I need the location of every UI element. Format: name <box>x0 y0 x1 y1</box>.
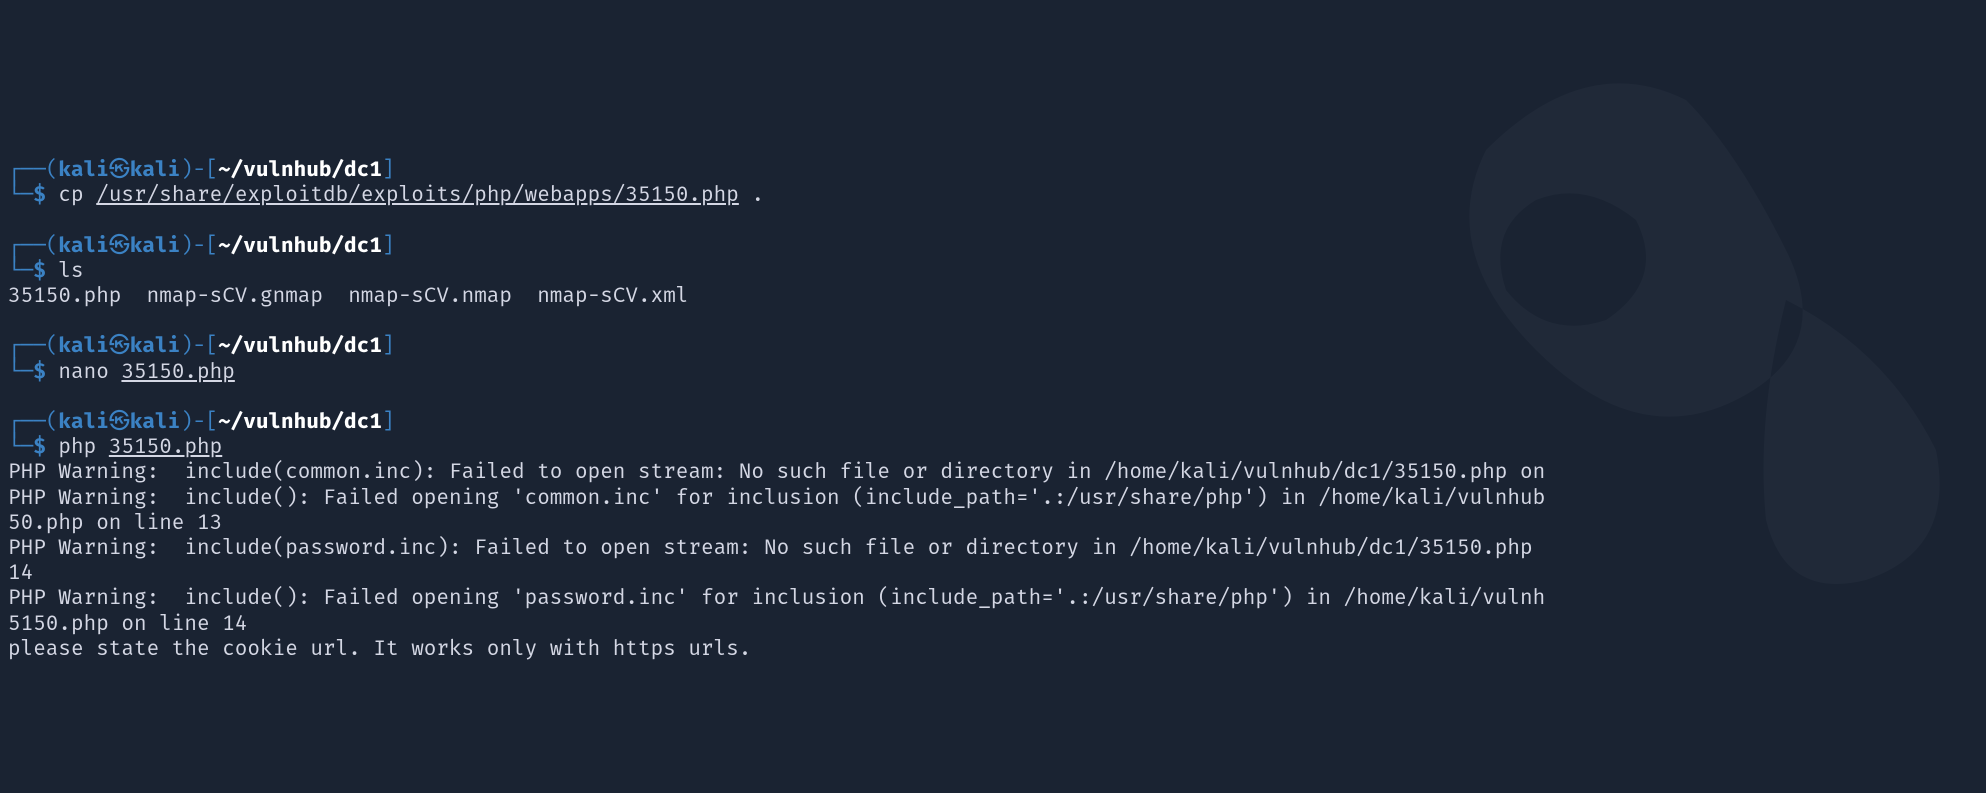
prompt-close-bracket: ] <box>382 156 395 182</box>
prompt-skull-icon: ㉿ <box>109 156 130 182</box>
prompt-path: ~/vulnhub/dc1 <box>218 408 382 434</box>
prompt-corner-icon: ┌── <box>8 232 46 258</box>
prompt-line-top: ┌──(kali㉿kali)-[~/vulnhub/dc1] <box>8 409 1978 434</box>
command-name: cp <box>58 181 83 207</box>
prompt-dash: - <box>193 232 206 258</box>
output-line: 35150.php nmap-sCV.gnmap nmap-sCV.nmap n… <box>8 283 1978 308</box>
prompt-close-bracket: ] <box>382 408 395 434</box>
prompt-line-command: └─$ nano 35150.php <box>8 359 1978 384</box>
prompt-corner-icon: ┌── <box>8 408 46 434</box>
prompt-dash: - <box>193 408 206 434</box>
prompt-dash: - <box>193 156 206 182</box>
prompt-open-bracket: [ <box>205 156 218 182</box>
prompt-corner-icon: ┌── <box>8 156 46 182</box>
prompt-corner-icon: └─ <box>8 257 33 283</box>
prompt-open-paren: ( <box>46 408 59 434</box>
prompt-dollar: $ <box>33 181 46 207</box>
prompt-dollar: $ <box>33 358 46 384</box>
output-line: 14 <box>8 560 1978 585</box>
prompt-host: kali <box>130 156 180 182</box>
prompt-skull-icon: ㉿ <box>109 232 130 258</box>
prompt-close-paren: ) <box>180 232 193 258</box>
prompt-line-top: ┌──(kali㉿kali)-[~/vulnhub/dc1] <box>8 233 1978 258</box>
prompt-close-bracket: ] <box>382 332 395 358</box>
prompt-open-paren: ( <box>46 156 59 182</box>
prompt-line-top: ┌──(kali㉿kali)-[~/vulnhub/dc1] <box>8 333 1978 358</box>
command-arg: 35150.php <box>121 358 234 384</box>
prompt-close-bracket: ] <box>382 232 395 258</box>
prompt-dollar: $ <box>33 433 46 459</box>
prompt-close-paren: ) <box>180 156 193 182</box>
output-line: 50.php on line 13 <box>8 510 1978 535</box>
blank-line <box>8 384 1978 409</box>
blank-line <box>8 208 1978 233</box>
prompt-open-paren: ( <box>46 232 59 258</box>
prompt-path: ~/vulnhub/dc1 <box>218 232 382 258</box>
prompt-line-command: └─$ ls <box>8 258 1978 283</box>
prompt-path: ~/vulnhub/dc1 <box>218 156 382 182</box>
prompt-dollar: $ <box>33 257 46 283</box>
blank-line <box>8 308 1978 333</box>
output-line: PHP Warning: include(): Failed opening '… <box>8 585 1978 610</box>
terminal-output[interactable]: ┌──(kali㉿kali)-[~/vulnhub/dc1]└─$ cp /us… <box>8 157 1978 661</box>
prompt-open-bracket: [ <box>205 232 218 258</box>
prompt-dash: - <box>193 332 206 358</box>
command-name: ls <box>58 257 83 283</box>
prompt-close-paren: ) <box>180 332 193 358</box>
prompt-line-top: ┌──(kali㉿kali)-[~/vulnhub/dc1] <box>8 157 1978 182</box>
prompt-open-bracket: [ <box>205 408 218 434</box>
prompt-skull-icon: ㉿ <box>109 408 130 434</box>
prompt-corner-icon: └─ <box>8 433 33 459</box>
prompt-host: kali <box>130 408 180 434</box>
prompt-open-bracket: [ <box>205 332 218 358</box>
prompt-user: kali <box>58 232 108 258</box>
command-arg-trailing: . <box>739 181 764 207</box>
output-line: PHP Warning: include(password.inc): Fail… <box>8 535 1978 560</box>
prompt-user: kali <box>58 332 108 358</box>
prompt-close-paren: ) <box>180 408 193 434</box>
prompt-path: ~/vulnhub/dc1 <box>218 332 382 358</box>
prompt-line-command: └─$ cp /usr/share/exploitdb/exploits/php… <box>8 182 1978 207</box>
command-arg: /usr/share/exploitdb/exploits/php/webapp… <box>96 181 739 207</box>
prompt-user: kali <box>58 156 108 182</box>
prompt-host: kali <box>130 232 180 258</box>
command-name: nano <box>58 358 108 384</box>
output-line: 5150.php on line 14 <box>8 611 1978 636</box>
prompt-skull-icon: ㉿ <box>109 332 130 358</box>
prompt-corner-icon: └─ <box>8 358 33 384</box>
prompt-host: kali <box>130 332 180 358</box>
command-arg: 35150.php <box>109 433 222 459</box>
prompt-corner-icon: ┌── <box>8 332 46 358</box>
output-line: PHP Warning: include(common.inc): Failed… <box>8 459 1978 484</box>
prompt-corner-icon: └─ <box>8 181 33 207</box>
command-name: php <box>58 433 96 459</box>
output-line: PHP Warning: include(): Failed opening '… <box>8 485 1978 510</box>
prompt-open-paren: ( <box>46 332 59 358</box>
prompt-line-command: └─$ php 35150.php <box>8 434 1978 459</box>
output-line: please state the cookie url. It works on… <box>8 636 1978 661</box>
prompt-user: kali <box>58 408 108 434</box>
